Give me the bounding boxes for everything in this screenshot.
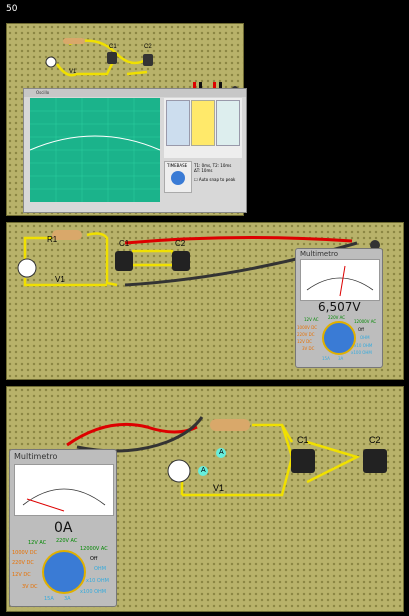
timebase-control[interactable]: TIMEBASE [164, 161, 192, 193]
range-x10-ohm[interactable]: x10 OHM [86, 578, 109, 584]
resistor-icon [210, 419, 250, 431]
range-15a[interactable]: 15A [322, 356, 330, 361]
v1-label: V1 [69, 69, 77, 75]
oscilloscope-title: Oscillo [36, 90, 50, 95]
range-12v-ac[interactable]: 12V AC [28, 540, 46, 546]
oscilloscope-header[interactable]: Oscillo [24, 89, 246, 97]
breadboard-middle[interactable]: R1 C1 C2 V1 Multimetro 6,507V 12V AC 220… [6, 222, 404, 380]
capacitor-c1-icon [291, 449, 315, 473]
range-15a[interactable]: 15A [44, 596, 54, 602]
timebase-label: TIMEBASE [167, 163, 188, 168]
red-probe-wire [66, 422, 198, 447]
c1-label: C1 [109, 44, 117, 50]
c1-label: C1 [297, 435, 309, 445]
auto-snap-checkbox[interactable]: ☐ Auto snap to peak [194, 177, 244, 182]
resistor-icon [63, 38, 85, 44]
needle [339, 265, 346, 297]
range-220v-ac[interactable]: 220V AC [328, 315, 345, 320]
multimeter-title: Multimetro [14, 452, 58, 461]
range-x100-ohm[interactable]: x100 OHM [80, 589, 106, 595]
needle [26, 498, 65, 512]
slide-number: 50 [6, 4, 18, 14]
oscilloscope-window[interactable]: Oscillo TIMEBASE T1: 0ms, T2: 10ms ΔT: 1… [23, 88, 247, 213]
range-12000v-ac[interactable]: 12000V AC [80, 546, 108, 552]
c1-label: C1 [119, 239, 130, 248]
voltage-source-icon [45, 56, 57, 68]
multimeter-title: Multimetro [300, 250, 338, 258]
channel-2-panel[interactable] [191, 100, 215, 146]
breadboard-bottom[interactable]: A A C1 C2 V1 Multimetro 0A 12V AC 220V A… [6, 386, 404, 612]
range-220v-ac[interactable]: 220V AC [56, 538, 77, 544]
v1-label: V1 [55, 275, 65, 284]
channel-1-panel[interactable] [166, 100, 190, 146]
channel-3-panel[interactable] [216, 100, 240, 146]
channel-controls[interactable] [164, 98, 242, 158]
range-3a[interactable]: 3A [338, 356, 343, 361]
range-220v-dc[interactable]: 220V DC [12, 560, 34, 566]
waveform-trace [29, 135, 161, 151]
c2-label: C2 [175, 239, 186, 248]
capacitor-c2-icon [143, 54, 153, 66]
range-12000v-ac[interactable]: 12000V AC [354, 319, 376, 324]
range-off[interactable]: Off [90, 556, 97, 562]
breadboard-top[interactable]: C1 C2 V1 Oscillo TIMEBASE T1: 0ms, T2: 1… [6, 23, 247, 216]
delta-readout: ΔT: 10ms [194, 168, 213, 173]
range-3v-dc[interactable]: 3V DC [302, 346, 314, 351]
range-220v-dc[interactable]: 220V DC [297, 332, 315, 337]
capacitor-c2-icon [172, 251, 190, 271]
multimeter-middle[interactable]: Multimetro 6,507V 12V AC 220V AC 12000V … [295, 248, 383, 368]
range-x100-ohm[interactable]: x100 OHM [351, 350, 372, 355]
c2-label: C2 [369, 435, 381, 445]
capacitor-c2-icon [363, 449, 387, 473]
capacitor-c1-icon [107, 52, 117, 64]
range-x10-ohm[interactable]: x10 OHM [354, 343, 372, 348]
r1-label: R1 [47, 235, 58, 244]
v1-label: V1 [213, 483, 225, 493]
probe-a-label: A [201, 467, 206, 474]
range-1000v-dc[interactable]: 1000V DC [297, 325, 317, 330]
selector-knob-icon[interactable] [42, 550, 86, 594]
meter-reading: 6,507V [318, 300, 361, 314]
oscilloscope-screen [29, 98, 161, 202]
range-12v-dc[interactable]: 12V DC [297, 339, 312, 344]
timebase-knob-icon [171, 171, 185, 185]
red-probe-wire [124, 235, 353, 245]
meter-reading: 0A [54, 520, 73, 536]
capacitor-c1-icon [115, 251, 133, 271]
multimeter-bottom[interactable]: Multimetro 0A 12V AC 220V AC 12000V AC 1… [9, 449, 117, 607]
range-1000v-dc[interactable]: 1000V DC [12, 550, 37, 556]
range-ohm[interactable]: OHM [360, 335, 370, 340]
range-off[interactable]: Off [358, 327, 364, 332]
probe-b-label: A [219, 449, 224, 456]
black-probe-wire [76, 416, 204, 453]
analog-dial [300, 259, 380, 301]
voltage-source-icon [17, 258, 37, 278]
analog-dial [14, 464, 114, 516]
range-ohm[interactable]: OHM [94, 566, 106, 572]
range-3a[interactable]: 3A [64, 596, 71, 602]
voltage-source-icon [167, 459, 191, 483]
range-3v-dc[interactable]: 3V DC [22, 584, 38, 590]
range-12v-ac[interactable]: 12V AC [304, 317, 319, 322]
range-12v-dc[interactable]: 12V DC [12, 572, 31, 578]
c2-label: C2 [144, 44, 152, 50]
